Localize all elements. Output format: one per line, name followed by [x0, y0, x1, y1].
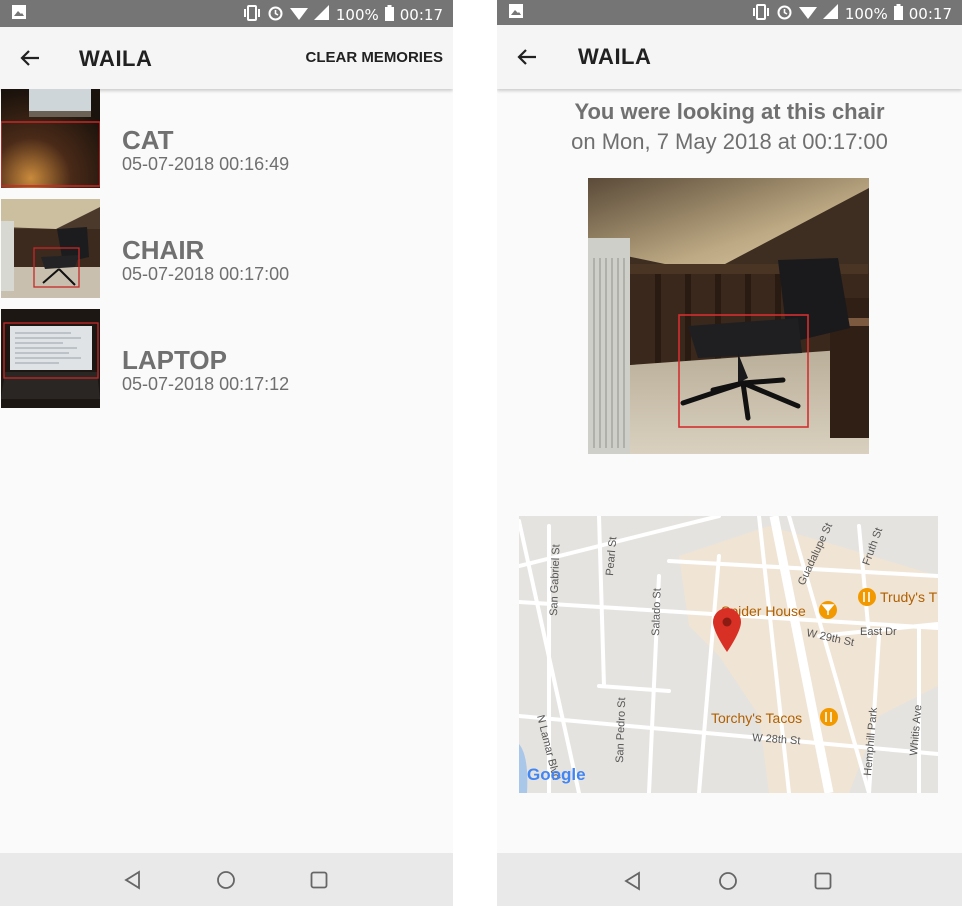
battery-icon	[893, 3, 903, 24]
detail-heading: You were looking at this chair	[574, 99, 885, 124]
item-timestamp: 05-07-2018 00:17:12	[122, 374, 290, 394]
back-arrow-icon[interactable]	[513, 42, 543, 72]
alarm-icon	[776, 3, 793, 24]
back-arrow-icon[interactable]	[16, 43, 46, 73]
memory-detail-screen: 100% 00:17 WAILA You were looking at thi…	[497, 0, 962, 906]
status-bar: 100% 00:17	[0, 0, 453, 27]
image-icon	[509, 4, 523, 22]
item-timestamp: 05-07-2018 00:17:00	[122, 264, 290, 284]
restaurant-icon[interactable]	[858, 588, 876, 606]
app-title: WAILA	[578, 44, 652, 69]
detail-date: on Mon, 7 May 2018 at 00:17:00	[571, 129, 888, 154]
nav-home-icon[interactable]	[717, 870, 739, 892]
place-label: Torchy's Tacos	[711, 710, 802, 726]
place-label: Trudy's T	[880, 589, 938, 605]
battery-percent: 100%	[335, 5, 379, 24]
alarm-icon	[267, 4, 284, 25]
battery-percent: 100%	[844, 4, 888, 23]
list-item-cat[interactable]: CAT 05-07-2018 00:16:49	[0, 89, 453, 199]
bar-icon[interactable]	[819, 601, 837, 619]
nav-back-icon[interactable]	[122, 869, 144, 891]
detection-photo	[588, 178, 869, 454]
wifi-icon	[289, 5, 308, 25]
signal-icon	[313, 4, 330, 25]
vibrate-icon	[752, 3, 770, 24]
app-bar: WAILA CLEAR MEMORIES	[0, 27, 453, 89]
item-label: CAT	[122, 125, 174, 155]
memories-list: CAT 05-07-2018 00:16:49 CHAIR 05-07-2018…	[0, 89, 453, 419]
nav-recents-icon[interactable]	[812, 870, 834, 892]
status-time: 00:17	[908, 4, 952, 23]
nav-back-icon[interactable]	[622, 870, 644, 892]
wifi-icon	[798, 4, 817, 24]
thumbnail-cat	[1, 89, 100, 188]
street-label: East Dr	[860, 626, 897, 638]
app-bar: WAILA	[497, 25, 962, 89]
google-logo: Google	[527, 765, 586, 784]
vibrate-icon	[243, 4, 261, 25]
battery-icon	[384, 4, 394, 25]
memories-list-screen: 100% 00:17 WAILA CLEAR MEMORIES CAT 05-0…	[0, 0, 453, 906]
status-time: 00:17	[399, 5, 443, 24]
street-label: San Pedro St	[614, 697, 628, 763]
image-icon	[12, 5, 26, 23]
location-map[interactable]: San Gabriel St Pearl St Salado St San Pe…	[519, 516, 938, 793]
nav-home-icon[interactable]	[215, 869, 237, 891]
restaurant-icon[interactable]	[820, 708, 838, 726]
clear-memories-button[interactable]: CLEAR MEMORIES	[305, 49, 443, 66]
signal-icon	[822, 3, 839, 24]
thumbnail-chair	[1, 199, 100, 298]
system-nav-bar	[0, 853, 453, 906]
system-nav-bar	[497, 853, 962, 906]
thumbnail-laptop	[1, 309, 100, 408]
status-bar: 100% 00:17	[497, 0, 962, 25]
nav-recents-icon[interactable]	[308, 869, 330, 891]
item-label: LAPTOP	[122, 345, 227, 375]
item-timestamp: 05-07-2018 00:16:49	[122, 154, 290, 174]
list-item-chair[interactable]: CHAIR 05-07-2018 00:17:00	[0, 199, 453, 309]
app-title: WAILA	[79, 46, 153, 71]
street-label: Salado St	[650, 588, 664, 636]
item-label: CHAIR	[122, 235, 205, 265]
list-item-laptop[interactable]: LAPTOP 05-07-2018 00:17:12	[0, 309, 453, 419]
street-label: San Gabriel St	[548, 544, 562, 616]
